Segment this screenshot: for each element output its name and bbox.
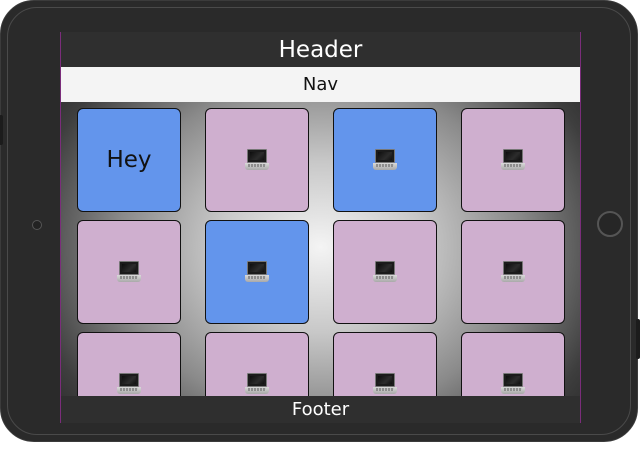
laptop-icon bbox=[501, 373, 525, 395]
laptop-icon bbox=[245, 261, 269, 283]
laptop-icon bbox=[245, 373, 269, 395]
volume-button bbox=[0, 115, 3, 145]
grid-tile[interactable] bbox=[205, 108, 309, 212]
page-footer: Footer bbox=[61, 396, 580, 423]
grid-tile[interactable]: Hey bbox=[77, 108, 181, 212]
grid-tile[interactable] bbox=[461, 108, 565, 212]
grid-tile[interactable] bbox=[77, 220, 181, 324]
nav-bar[interactable]: Nav bbox=[61, 67, 580, 102]
grid-tile[interactable] bbox=[333, 108, 437, 212]
tile-grid: Hey bbox=[77, 108, 567, 423]
grid-tile[interactable] bbox=[461, 220, 565, 324]
laptop-icon bbox=[373, 149, 397, 171]
laptop-icon bbox=[373, 261, 397, 283]
tablet-frame: Header Nav Hey Footer bbox=[0, 0, 640, 442]
header-title: Header bbox=[278, 36, 363, 63]
footer-label: Footer bbox=[291, 399, 350, 420]
page-header: Header bbox=[61, 32, 580, 67]
power-button bbox=[636, 319, 640, 359]
laptop-icon bbox=[245, 149, 269, 171]
laptop-icon bbox=[117, 373, 141, 395]
laptop-icon bbox=[117, 261, 141, 283]
laptop-icon bbox=[501, 261, 525, 283]
tile-label: Hey bbox=[106, 147, 152, 173]
app-screen: Header Nav Hey Footer bbox=[60, 32, 581, 423]
grid-tile[interactable] bbox=[205, 220, 309, 324]
camera-icon bbox=[32, 220, 42, 230]
laptop-icon bbox=[501, 149, 525, 171]
laptop-icon bbox=[373, 373, 397, 395]
home-button[interactable] bbox=[597, 211, 623, 237]
grid-tile[interactable] bbox=[333, 220, 437, 324]
nav-label: Nav bbox=[302, 74, 339, 95]
